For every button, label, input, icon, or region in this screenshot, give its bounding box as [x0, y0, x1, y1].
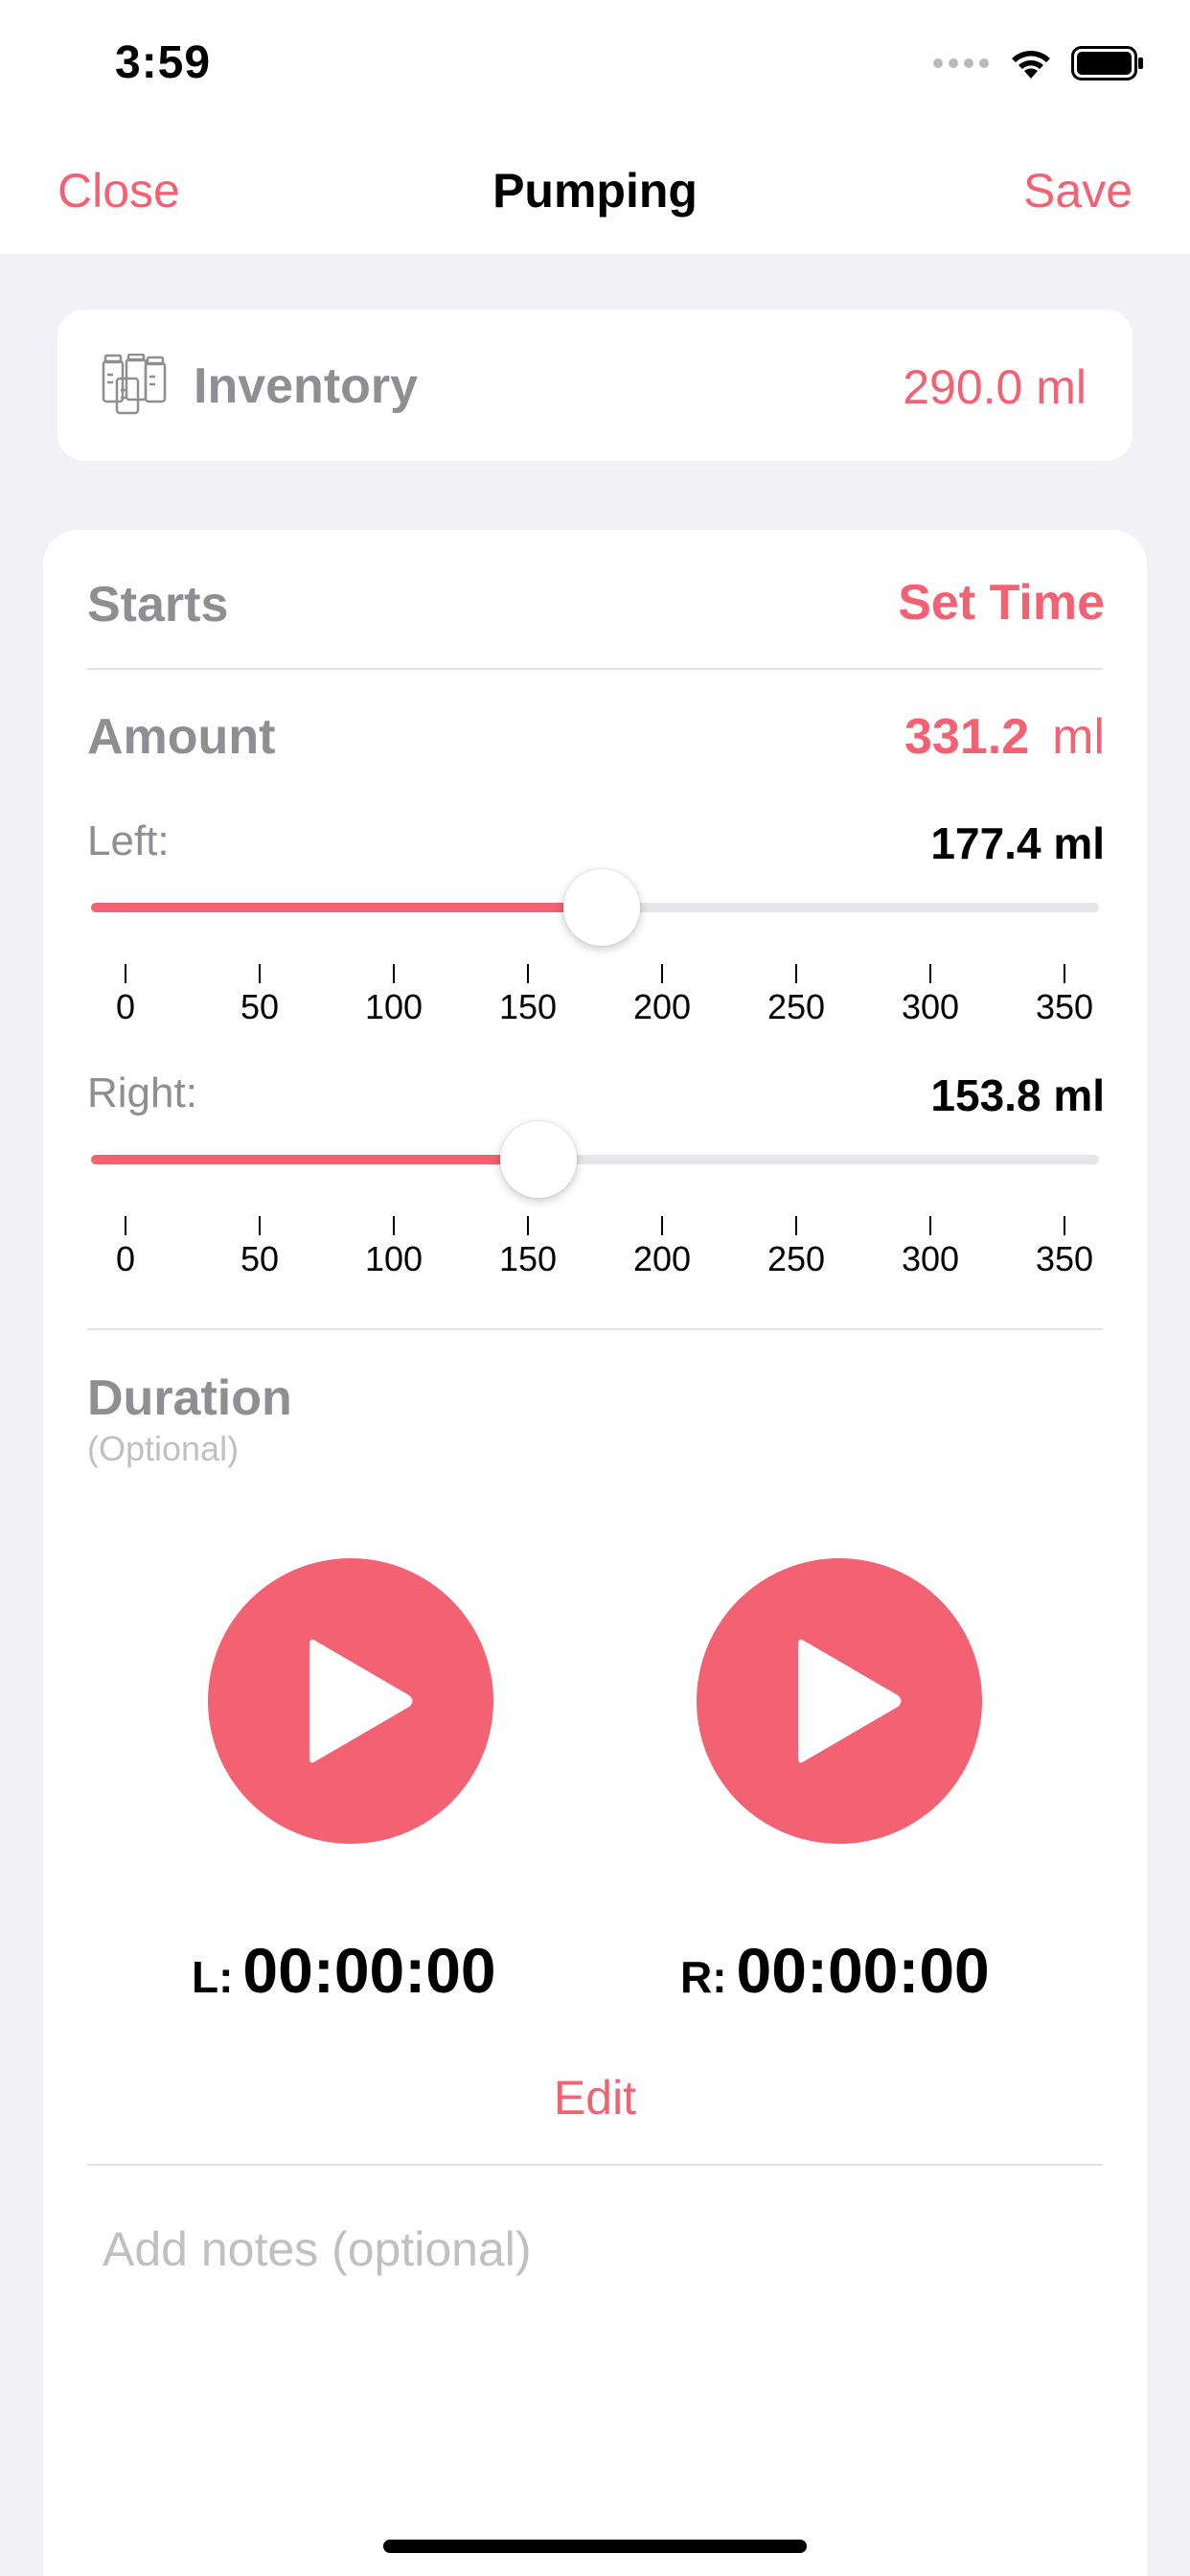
scale-tick-label: 0: [115, 1239, 136, 1278]
play-icon: [309, 1639, 413, 1763]
slider-fill: [91, 1155, 538, 1164]
scale-tick-label: 50: [240, 1239, 280, 1278]
scale-tick-label: 350: [1035, 1239, 1094, 1278]
play-icon: [798, 1639, 902, 1763]
scale-tick-label: 350: [1035, 987, 1094, 1026]
scale-tick: [125, 964, 126, 983]
scale-tick: [393, 964, 395, 983]
right-timer: R: 00:00:00: [680, 1934, 990, 2007]
amount-number: 331.2: [904, 709, 1030, 765]
scale-tick-label: 200: [632, 1239, 692, 1278]
status-bar: 3:59: [0, 0, 1190, 134]
right-amount-slider[interactable]: [91, 1119, 1099, 1198]
left-amount-slider[interactable]: [91, 867, 1099, 946]
amount-label: Amount: [87, 709, 276, 765]
left-timer-value: 00:00:00: [242, 1935, 496, 2006]
home-indicator: [383, 2540, 807, 2553]
notes-input[interactable]: Add notes (optional): [103, 2221, 532, 2277]
amount-value: 331.2 ml: [904, 708, 1105, 766]
left-play-button[interactable]: [208, 1558, 493, 1844]
scale-tick-label: 200: [632, 987, 692, 1026]
navigation-bar: Close Pumping Save: [0, 134, 1190, 254]
scale-tick: [661, 964, 663, 983]
starts-label: Starts: [87, 577, 229, 632]
duration-label: Duration: [87, 1370, 292, 1426]
slider-fill: [91, 903, 602, 912]
divider: [87, 668, 1103, 670]
divider: [87, 1328, 1103, 1330]
save-button[interactable]: Save: [1023, 163, 1133, 218]
right-play-button[interactable]: [697, 1558, 982, 1844]
duration-optional-hint: (Optional): [87, 1429, 240, 1468]
scale-tick: [125, 1216, 126, 1235]
inventory-label: Inventory: [194, 358, 419, 414]
left-value: 177.4 ml: [930, 818, 1105, 868]
status-time: 3:59: [115, 37, 212, 88]
scale-tick-label: 150: [498, 1239, 558, 1278]
right-timer-value: 00:00:00: [736, 1935, 990, 2006]
scale-tick-label: 0: [115, 987, 136, 1026]
scale-tick-label: 150: [498, 987, 558, 1026]
battery-icon: [1071, 46, 1143, 80]
right-value: 153.8 ml: [930, 1070, 1105, 1120]
scale-tick-label: 100: [364, 1239, 423, 1278]
scale-tick: [527, 964, 529, 983]
scale-tick: [795, 1216, 797, 1235]
scale-tick-label: 250: [767, 1239, 826, 1278]
wifi-icon: [1012, 51, 1050, 79]
scale-tick: [795, 964, 797, 983]
amount-unit: ml: [1052, 709, 1105, 765]
right-label: Right:: [87, 1070, 197, 1116]
left-label: Left:: [87, 817, 170, 864]
scale-tick: [1064, 964, 1065, 983]
scale-tick: [527, 1216, 529, 1235]
inventory-card[interactable]: Inventory 290.0 ml: [57, 310, 1133, 461]
scale-tick: [259, 1216, 261, 1235]
scale-tick: [1064, 1216, 1065, 1235]
divider: [87, 2164, 1103, 2166]
page-title: Pumping: [492, 164, 698, 218]
scale-tick-label: 250: [767, 987, 826, 1026]
bottles-icon: [102, 354, 167, 415]
scale-tick: [259, 964, 261, 983]
slider-thumb[interactable]: [499, 1121, 577, 1198]
left-slider-scale: 0 50 100 150 200 250 300 350: [91, 964, 1099, 1031]
scale-tick: [393, 1216, 395, 1235]
scale-tick: [929, 1216, 931, 1235]
scale-tick: [929, 964, 931, 983]
right-timer-prefix: R:: [680, 1952, 727, 2002]
right-slider-scale: 0 50 100 150 200 250 300 350: [91, 1216, 1099, 1283]
scale-tick-label: 100: [364, 987, 423, 1026]
scale-tick-label: 300: [901, 1239, 960, 1278]
scale-tick-label: 50: [240, 987, 280, 1026]
inventory-value: 290.0 ml: [903, 360, 1087, 414]
slider-thumb[interactable]: [562, 869, 640, 946]
set-time-button[interactable]: Set Time: [898, 574, 1105, 632]
edit-duration-button[interactable]: Edit: [43, 2070, 1147, 2126]
scale-tick-label: 300: [901, 987, 960, 1026]
left-timer-prefix: L:: [192, 1952, 234, 2002]
left-timer: L: 00:00:00: [192, 1934, 496, 2007]
pumping-form-card: Starts Set Time Amount 331.2 ml Left: 177…: [43, 530, 1147, 2576]
status-icons: [933, 44, 1144, 82]
scale-tick: [661, 1216, 663, 1235]
cellular-signal-icon: [933, 58, 989, 68]
